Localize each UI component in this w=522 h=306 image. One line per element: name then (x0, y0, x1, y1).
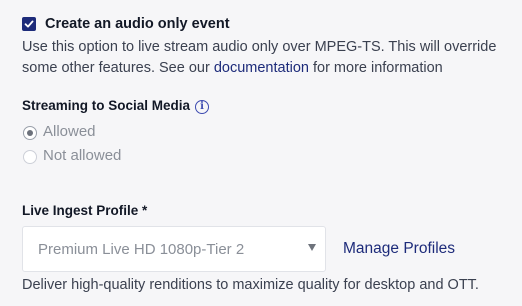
radio-not-allowed-label[interactable]: Not allowed (43, 147, 121, 164)
radio-allowed-label[interactable]: Allowed (43, 123, 96, 140)
ingest-profile-value: Premium Live HD 1080p-Tier 2 (38, 241, 245, 258)
ingest-profile-select[interactable]: Premium Live HD 1080p-Tier 2 (22, 226, 326, 272)
caret-down-icon (308, 244, 316, 251)
audio-only-label[interactable]: Create an audio only event (45, 16, 230, 32)
checkmark-icon (24, 20, 34, 28)
manage-profiles-link[interactable]: Manage Profiles (343, 240, 455, 258)
help-text-after: for more information (308, 60, 443, 76)
audio-only-checkbox[interactable] (22, 17, 36, 31)
documentation-link[interactable]: documentation (214, 60, 309, 76)
social-media-title: Streaming to Social Media (22, 98, 191, 113)
ingest-profile-title: Live Ingest Profile * (22, 203, 148, 218)
info-icon[interactable]: i (195, 100, 209, 114)
radio-not-allowed[interactable] (23, 150, 37, 164)
audio-only-help-text: Use this option to live stream audio onl… (22, 37, 502, 79)
ingest-profile-description: Deliver high-quality renditions to maxim… (22, 277, 479, 293)
radio-allowed[interactable] (23, 126, 37, 140)
